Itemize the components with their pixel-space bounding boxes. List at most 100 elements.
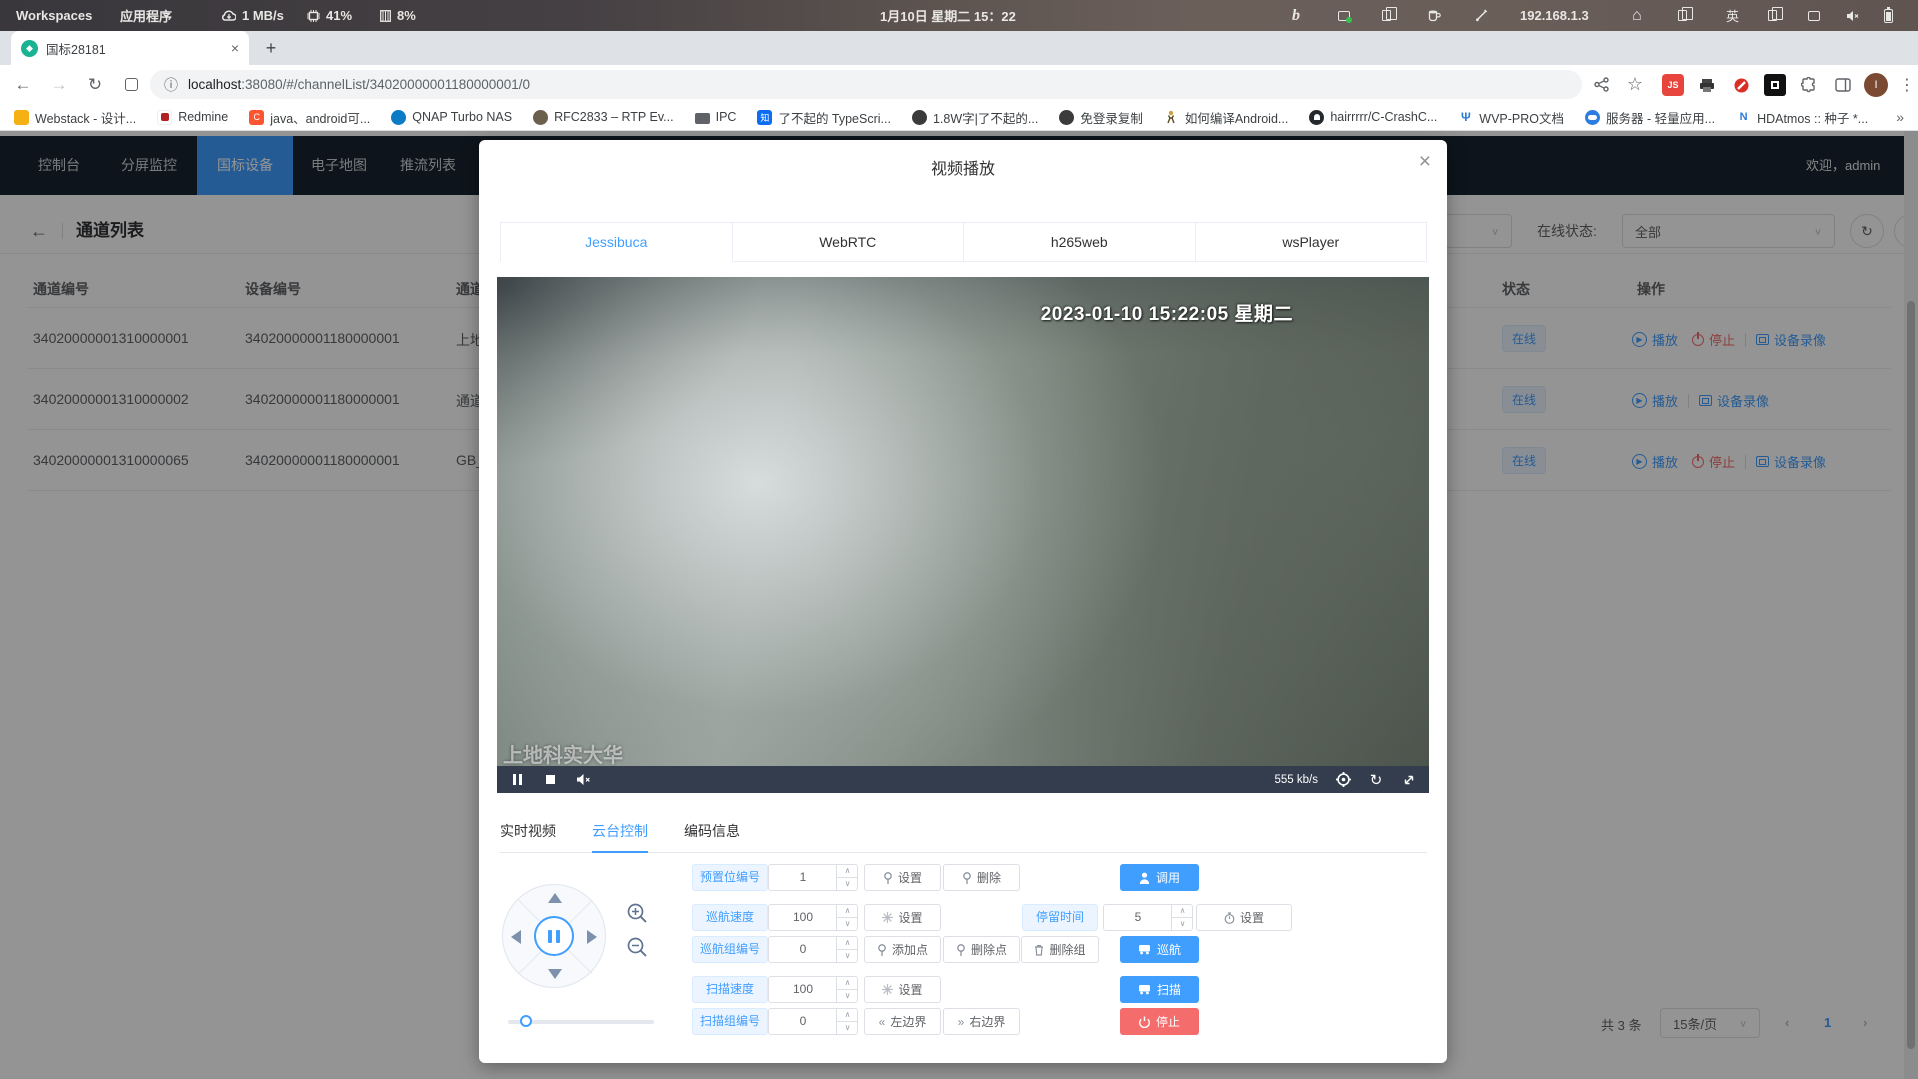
number-stepper[interactable]: ∧∨ bbox=[836, 865, 857, 890]
ptz-down-button[interactable] bbox=[548, 969, 562, 979]
player-refresh-button[interactable]: ↻ bbox=[1368, 772, 1384, 788]
cruise-speed-input[interactable]: 100 ∧∨ bbox=[768, 904, 858, 931]
mute-button[interactable] bbox=[575, 772, 591, 788]
back-button[interactable]: ← bbox=[8, 65, 38, 104]
stepper-up-icon[interactable]: ∧ bbox=[837, 937, 858, 950]
bookmark-redmine[interactable]: Redmine bbox=[157, 110, 228, 125]
zoom-out-button[interactable] bbox=[625, 935, 648, 958]
cup-tray-icon[interactable] bbox=[1428, 0, 1441, 31]
page-info-icon[interactable]: ⓘ bbox=[164, 75, 178, 95]
bookmark-android-build[interactable]: 如何编译Android... bbox=[1164, 108, 1289, 127]
player-tab-webrtc[interactable]: WebRTC bbox=[733, 222, 965, 262]
ptz-speed-slider[interactable] bbox=[508, 1014, 654, 1028]
stepper-up-icon[interactable]: ∧ bbox=[837, 977, 858, 990]
new-tab-button[interactable]: + bbox=[258, 35, 284, 61]
clock[interactable]: 1月10日 星期二 15：22 bbox=[880, 0, 1016, 31]
forward-button[interactable]: → bbox=[44, 65, 74, 104]
extensions-puzzle-button[interactable] bbox=[1798, 74, 1820, 96]
stepper-up-icon[interactable]: ∧ bbox=[1172, 905, 1193, 918]
bookmarks-overflow-button[interactable]: » bbox=[1896, 109, 1904, 125]
side-panel-button[interactable] bbox=[1832, 74, 1854, 96]
stepper-up-icon[interactable]: ∧ bbox=[837, 865, 858, 878]
browser-menu-button[interactable]: ⋮ bbox=[1892, 65, 1918, 104]
bookmark-github[interactable]: hairrrrr/C-CrashC... bbox=[1309, 110, 1437, 125]
workspaces-button[interactable]: Workspaces bbox=[16, 0, 92, 31]
bookmark-article[interactable]: 1.8W字|了不起的... bbox=[912, 108, 1038, 127]
scan-right-bound-button[interactable]: »右边界 bbox=[943, 1008, 1020, 1035]
ptz-up-button[interactable] bbox=[548, 893, 562, 903]
bookmark-ipc-folder[interactable]: IPC bbox=[695, 110, 737, 124]
tab-ptz-control[interactable]: 云台控制 bbox=[592, 816, 648, 853]
clipboard-tray-icon[interactable] bbox=[1382, 0, 1391, 31]
extension-printer-icon[interactable] bbox=[1696, 74, 1718, 96]
browser-tab[interactable]: ◆ 国标28181 × bbox=[11, 31, 249, 65]
profile-avatar[interactable]: I bbox=[1864, 73, 1888, 97]
slider-handle[interactable] bbox=[520, 1015, 532, 1027]
dialog-close-button[interactable]: × bbox=[1419, 150, 1431, 174]
bookmark-csdn[interactable]: Cjava、android可... bbox=[249, 108, 370, 127]
share-button[interactable] bbox=[1586, 65, 1616, 104]
ptz-direction-pad[interactable] bbox=[502, 884, 606, 988]
scan-speed-set-button[interactable]: 设置 bbox=[864, 976, 941, 1003]
scan-speed-input[interactable]: 100 ∧∨ bbox=[768, 976, 858, 1003]
memory-indicator[interactable]: 8% bbox=[380, 0, 416, 31]
cruise-add-point-button[interactable]: 添加点 bbox=[864, 936, 941, 963]
stepper-down-icon[interactable]: ∨ bbox=[837, 918, 858, 931]
cpu-indicator[interactable]: 41% bbox=[307, 0, 352, 31]
preset-number-input[interactable]: 1 ∧∨ bbox=[768, 864, 858, 891]
network-indicator[interactable]: 1 MB/s bbox=[222, 0, 284, 31]
workspace-switcher-icon[interactable] bbox=[1678, 0, 1687, 31]
stay-time-set-button[interactable]: 设置 bbox=[1196, 904, 1292, 931]
number-stepper[interactable]: ∧∨ bbox=[1171, 905, 1192, 930]
cruise-delete-point-button[interactable]: 删除点 bbox=[943, 936, 1020, 963]
app-window-tray-icon[interactable] bbox=[1338, 0, 1350, 31]
stepper-up-icon[interactable]: ∧ bbox=[837, 905, 858, 918]
bookmark-hdatmos[interactable]: NHDAtmos :: 种子 *... bbox=[1736, 108, 1868, 127]
number-stepper[interactable]: ∧∨ bbox=[836, 905, 857, 930]
battery-indicator[interactable] bbox=[1884, 0, 1893, 31]
tool-tray-icon[interactable] bbox=[1475, 0, 1488, 31]
bookmark-cloud-server[interactable]: 服务器 - 轻量应用... bbox=[1585, 108, 1715, 127]
stay-time-input[interactable]: 5 ∧∨ bbox=[1103, 904, 1193, 931]
tab-close-icon[interactable]: × bbox=[231, 40, 239, 56]
bookmark-rfc2833[interactable]: RFC2833 – RTP Ev... bbox=[533, 110, 674, 125]
stop-button[interactable] bbox=[542, 772, 558, 788]
number-stepper[interactable]: ∧∨ bbox=[836, 937, 857, 962]
player-tab-jessibuca[interactable]: Jessibuca bbox=[500, 222, 733, 262]
ptz-stop-center-button[interactable] bbox=[534, 916, 574, 956]
input-language-indicator[interactable]: 英 bbox=[1726, 0, 1739, 31]
extension-blocker-icon[interactable] bbox=[1730, 74, 1752, 96]
stepper-down-icon[interactable]: ∨ bbox=[1172, 918, 1193, 931]
stepper-down-icon[interactable]: ∨ bbox=[837, 1022, 858, 1035]
ip-address-indicator[interactable]: 192.168.1.3 bbox=[1520, 0, 1589, 31]
stepper-down-icon[interactable]: ∨ bbox=[837, 878, 858, 891]
player-settings-button[interactable] bbox=[1335, 772, 1351, 788]
preset-set-button[interactable]: 设置 bbox=[864, 864, 941, 891]
stepper-down-icon[interactable]: ∨ bbox=[837, 990, 858, 1003]
volume-tray-icon[interactable] bbox=[1846, 0, 1859, 31]
zoom-in-button[interactable] bbox=[625, 901, 648, 924]
url-bar[interactable]: ⓘ localhost:38080/#/channelList/34020000… bbox=[150, 70, 1582, 99]
scan-start-button[interactable]: 扫描 bbox=[1120, 976, 1199, 1003]
home-button[interactable] bbox=[116, 65, 146, 104]
player-tab-h265web[interactable]: h265web bbox=[964, 222, 1196, 262]
ptz-left-button[interactable] bbox=[511, 930, 521, 944]
ptz-right-button[interactable] bbox=[587, 930, 597, 944]
applications-button[interactable]: 应用程序 bbox=[120, 0, 172, 31]
ptz-stop-button[interactable]: 停止 bbox=[1120, 1008, 1199, 1035]
number-stepper[interactable]: ∧∨ bbox=[836, 977, 857, 1002]
scan-left-bound-button[interactable]: «左边界 bbox=[864, 1008, 941, 1035]
scan-group-input[interactable]: 0 ∧∨ bbox=[768, 1008, 858, 1035]
cruise-speed-set-button[interactable]: 设置 bbox=[864, 904, 941, 931]
number-stepper[interactable]: ∧∨ bbox=[836, 1009, 857, 1034]
clipboard-manager-icon[interactable] bbox=[1768, 0, 1777, 31]
cruise-start-button[interactable]: 巡航 bbox=[1120, 936, 1199, 963]
reload-button[interactable]: ↻ bbox=[80, 65, 110, 104]
video-player[interactable]: 2023-01-10 15:22:05 星期二 上地科实大华 555 kb/s … bbox=[497, 277, 1429, 793]
stepper-up-icon[interactable]: ∧ bbox=[837, 1009, 858, 1022]
bookmark-copy-tool[interactable]: 免登录复制 bbox=[1059, 108, 1143, 127]
bookmark-qnap[interactable]: QNAP Turbo NAS bbox=[391, 110, 512, 125]
preset-delete-button[interactable]: 删除 bbox=[943, 864, 1020, 891]
pause-button[interactable] bbox=[509, 772, 525, 788]
bookmark-webstack[interactable]: Webstack - 设计... bbox=[14, 108, 136, 127]
